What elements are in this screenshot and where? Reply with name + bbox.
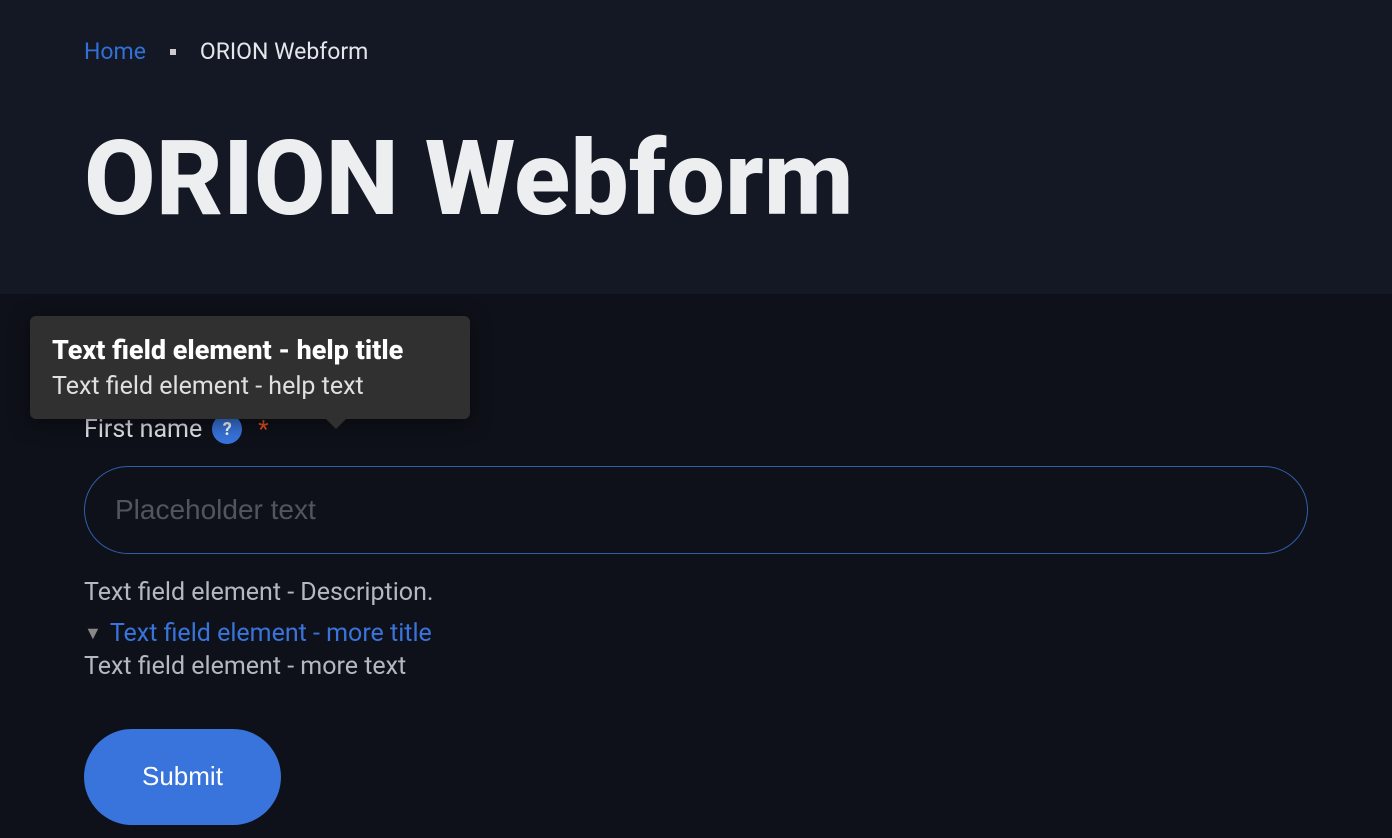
chevron-down-icon: ▼ bbox=[84, 623, 102, 644]
field-description: Text field element - Description. bbox=[84, 574, 1308, 613]
help-tooltip: Text field element - help title Text fie… bbox=[30, 316, 470, 419]
more-toggle-row[interactable]: ▼ Text field element - more title bbox=[84, 619, 1308, 648]
breadcrumb: Home ORION Webform bbox=[84, 38, 1308, 65]
help-tooltip-title: Text field element - help title bbox=[52, 334, 448, 366]
page-title: ORION Webform bbox=[84, 125, 1308, 234]
breadcrumb-current: ORION Webform bbox=[200, 38, 368, 65]
more-text: Text field element - more text bbox=[84, 652, 1308, 681]
first-name-field-wrap: Text field element - help title Text fie… bbox=[84, 414, 1308, 825]
more-title-link[interactable]: Text field element - more title bbox=[110, 619, 432, 648]
first-name-label: First name bbox=[84, 415, 202, 444]
first-name-input[interactable] bbox=[84, 466, 1308, 554]
form-section: Text field element - help title Text fie… bbox=[0, 294, 1392, 838]
breadcrumb-separator-icon bbox=[170, 49, 176, 55]
breadcrumb-home-link[interactable]: Home bbox=[84, 38, 146, 65]
required-indicator-icon: * bbox=[258, 415, 268, 443]
submit-button[interactable]: Submit bbox=[84, 729, 281, 825]
help-tooltip-text: Text field element - help text bbox=[52, 372, 448, 401]
